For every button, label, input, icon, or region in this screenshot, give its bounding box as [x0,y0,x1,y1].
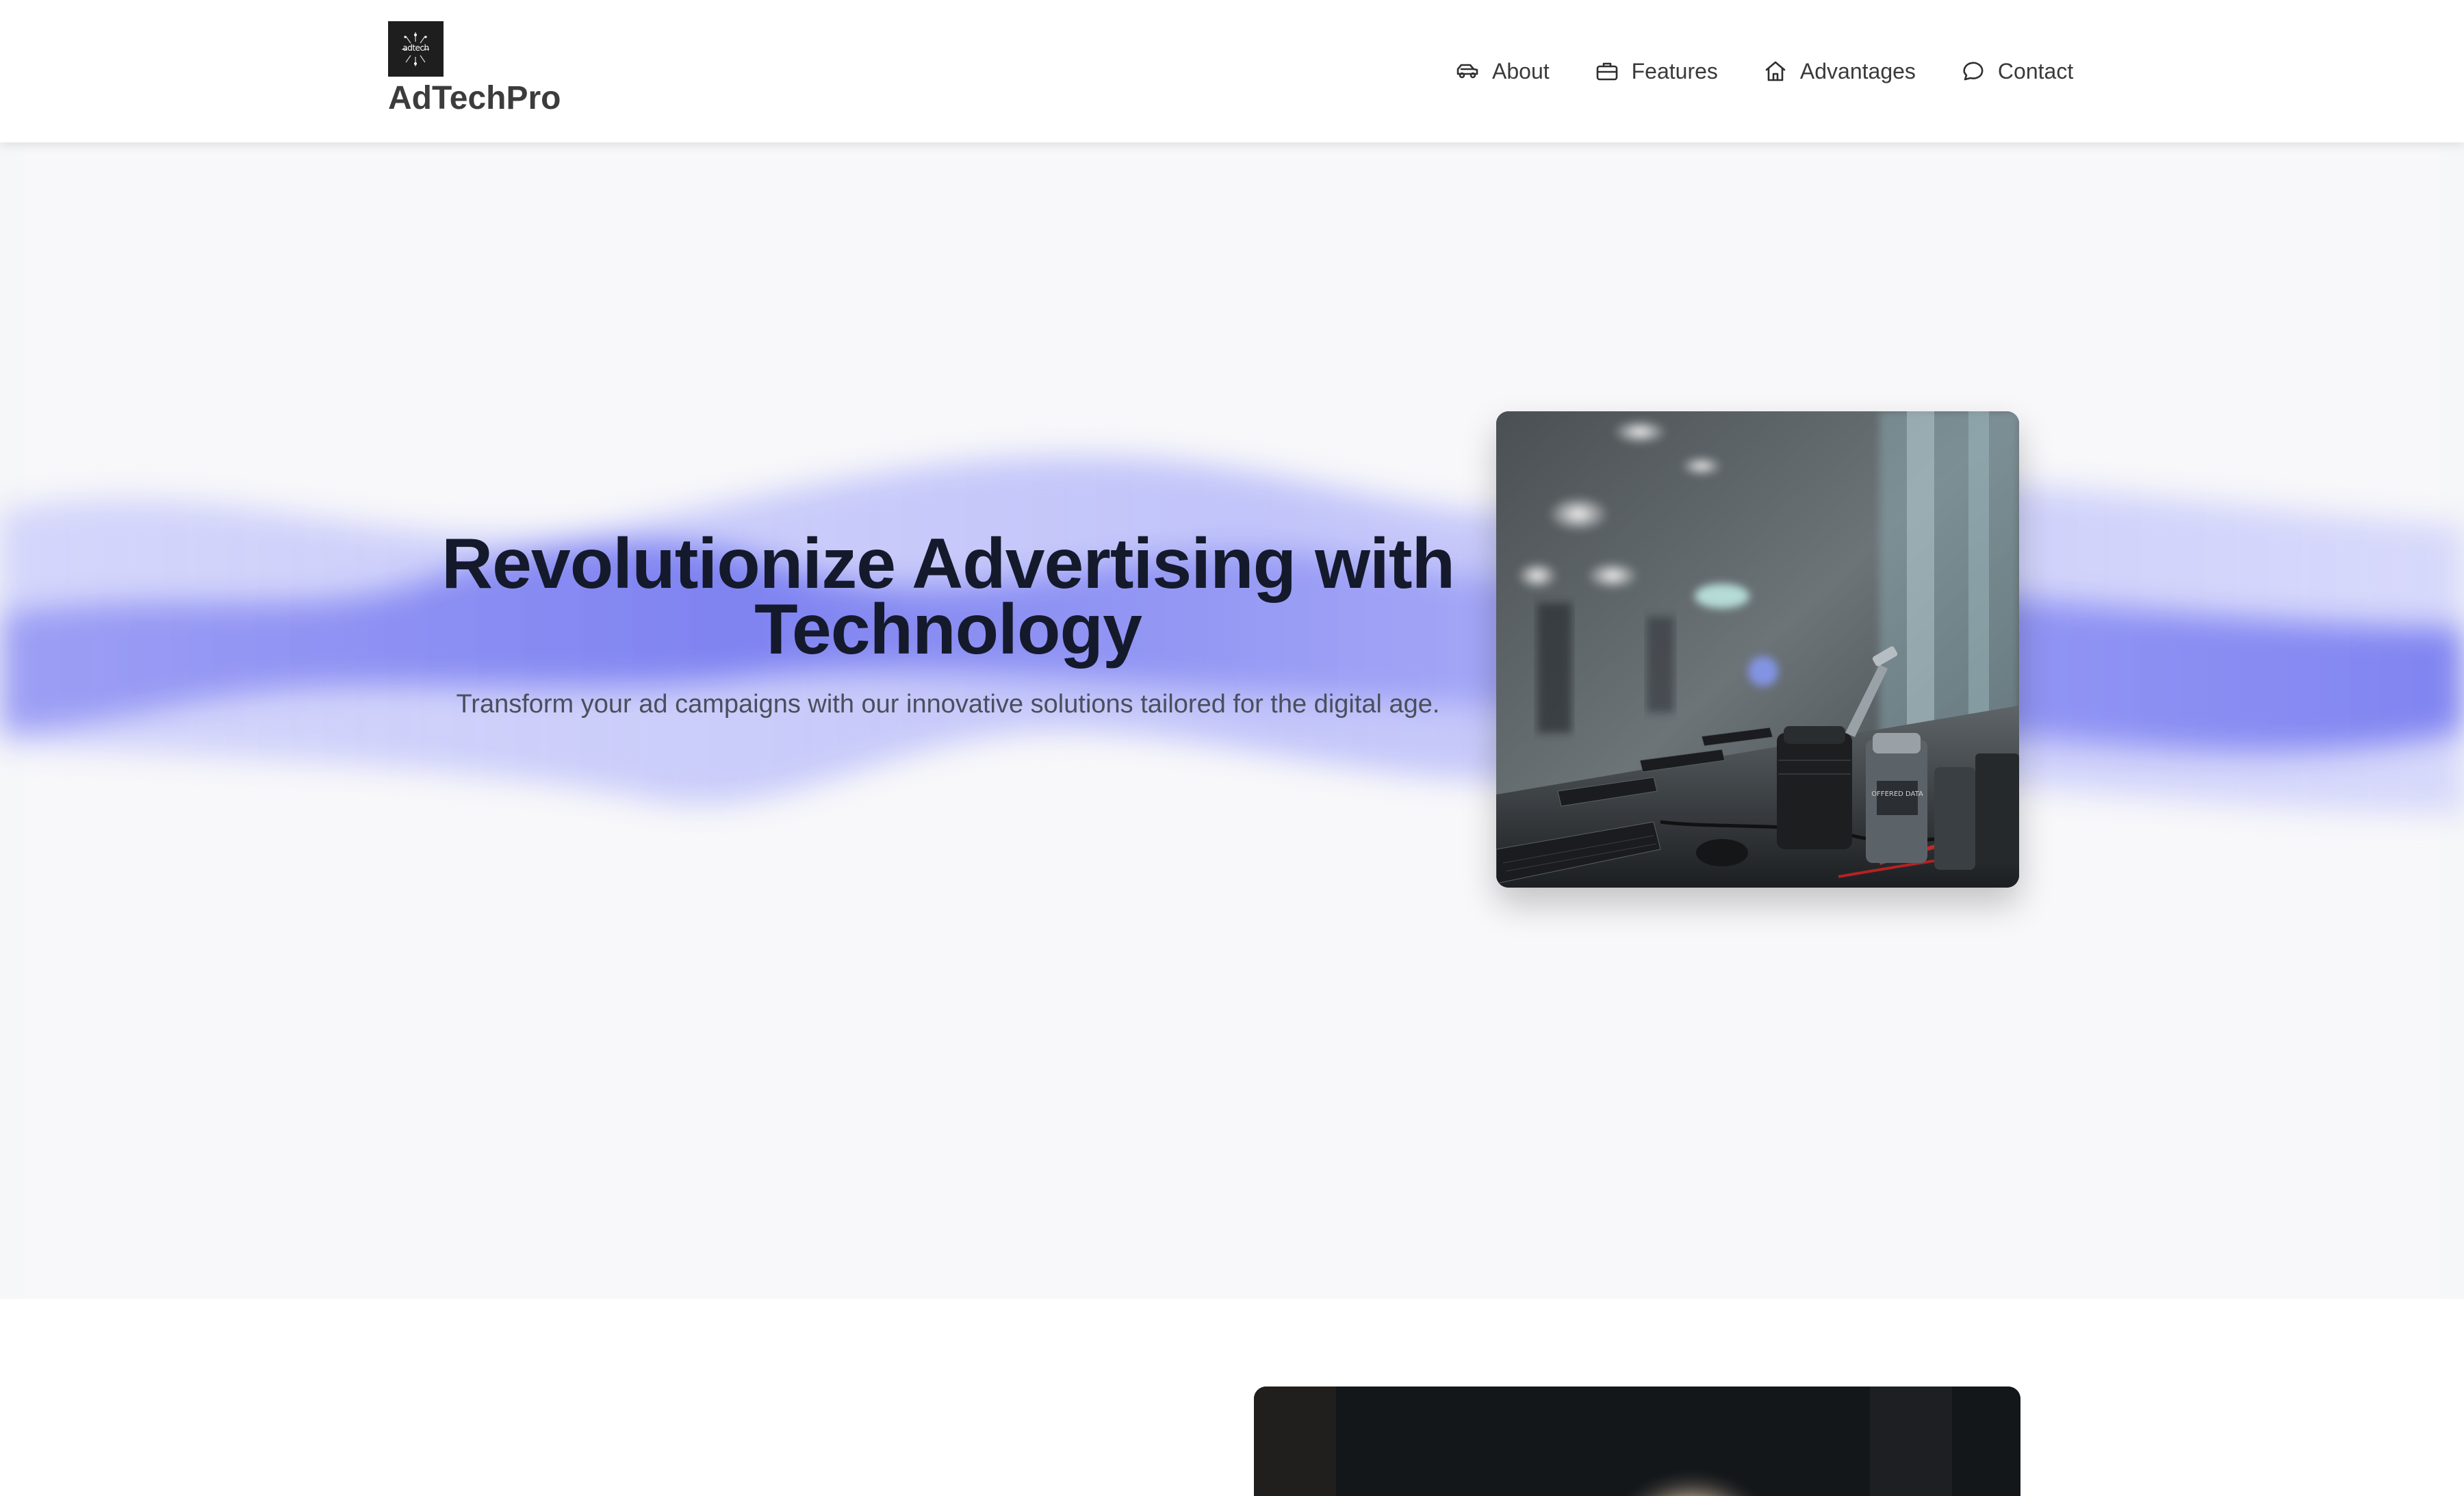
nav-label-advantages: Advantages [1799,58,1916,83]
hero-section: Revolutionize Advertising with Technolog… [0,142,2464,1299]
nav-item-advantages[interactable]: Advantages [1763,56,1916,86]
nav-label-features: Features [1631,58,1718,83]
hero-title: Revolutionize Advertising with Technolog… [441,524,1455,669]
section-two-image [1254,1387,2020,1496]
chat-bubble-icon [1961,59,1986,83]
brand-name: AdTechPro [388,80,561,116]
hero-subtitle: Transform your ad campaigns with our inn… [456,690,1440,719]
car-icon [1455,59,1480,83]
main-nav: About Features Advantages Contact [1455,56,2073,86]
briefcase-icon [1595,59,1619,83]
home-icon [1763,59,1788,83]
logo-link[interactable]: adtech AdTechPro [388,21,561,118]
nav-item-about[interactable]: About [1455,56,1550,86]
logo-mark-text: adtech [402,43,429,53]
nav-label-contact: Contact [1997,58,2074,83]
logo-icon: adtech [388,21,444,77]
hero-image: OFFERED DATA [1496,411,2019,888]
second-section [0,1299,2464,1496]
site-header: adtech AdTechPro About Features Advantag… [0,0,2464,142]
nav-item-contact[interactable]: Contact [1961,56,2073,86]
nav-label-about: About [1492,58,1550,83]
nav-item-features[interactable]: Features [1595,56,1718,86]
hero-image-caption: OFFERED DATA [1871,790,1923,798]
hero-text-block: Revolutionize Advertising with Technolog… [438,524,1458,721]
